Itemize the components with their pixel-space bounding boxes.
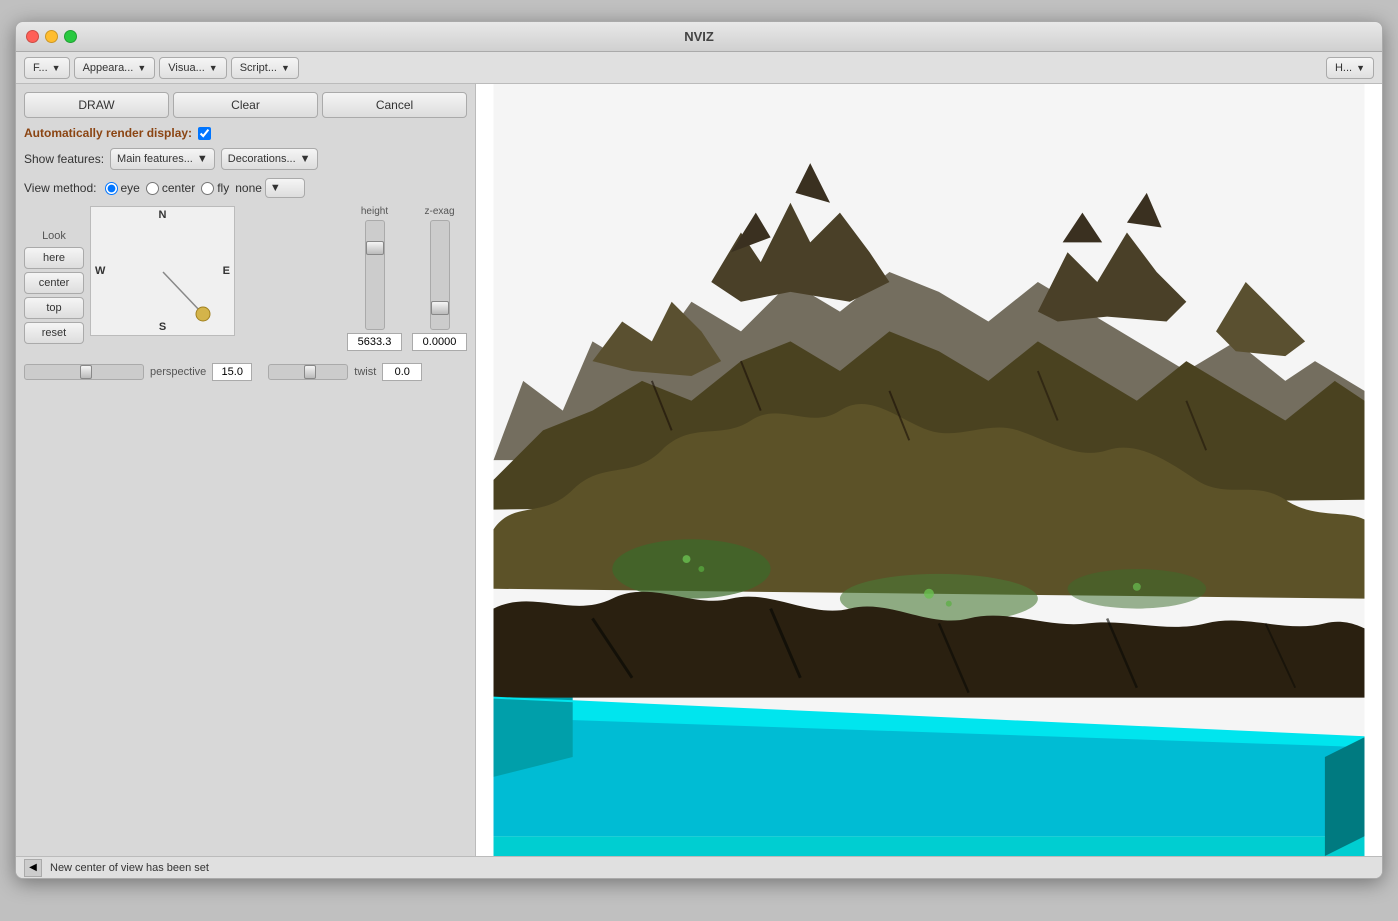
twist-thumb [304,365,316,379]
compass-area: N S W E [90,206,337,351]
menu-script-arrow: ▼ [281,63,290,73]
radio-fly-input[interactable] [201,182,214,195]
radio-center: center [146,181,195,195]
zexag-value-input[interactable] [412,333,467,351]
height-value-input[interactable] [347,333,402,351]
zexag-panel: z-exag [412,206,467,351]
none-arrow-icon: ▼ [270,182,281,194]
perspective-thumb [80,365,92,379]
perspective-value[interactable] [212,363,252,381]
twist-value[interactable] [382,363,422,381]
compass-box[interactable]: N S W E [90,206,235,336]
close-button[interactable] [26,30,39,43]
zexag-label: z-exag [424,206,454,217]
radio-eye-input[interactable] [105,182,118,195]
compass-needle-svg [91,207,234,335]
clear-button[interactable]: Clear [173,92,318,118]
action-buttons: DRAW Clear Cancel [24,92,467,118]
main-content: DRAW Clear Cancel Automatically render d… [16,84,1382,856]
menu-help-arrow: ▼ [1356,63,1365,73]
auto-render-label: Automatically render display: [24,126,192,140]
sidebar: DRAW Clear Cancel Automatically render d… [16,84,476,856]
menubar: F... ▼ Appeara... ▼ Visua... ▼ Script...… [16,52,1382,84]
radio-fly: fly [201,181,229,195]
look-center-button[interactable]: center [24,272,84,294]
auto-render-checkbox[interactable] [198,127,211,140]
radio-none: none ▼ [235,178,305,198]
titlebar: NVIZ [16,22,1382,52]
draw-button[interactable]: DRAW [24,92,169,118]
minimize-button[interactable] [45,30,58,43]
menu-help[interactable]: H... ▼ [1326,57,1374,79]
view-method-radios: eye center fly none ▼ [105,178,305,198]
look-here-button[interactable]: here [24,247,84,269]
maximize-button[interactable] [64,30,77,43]
zexag-slider-thumb [431,301,449,315]
window-title: NVIZ [684,29,714,44]
height-slider[interactable] [365,220,385,330]
look-reset-button[interactable]: reset [24,322,84,344]
look-buttons-panel: Look here center top reset [24,206,84,351]
zexag-slider[interactable] [430,220,450,330]
nav-panel: Look here center top reset N S W E [24,206,467,351]
none-dropdown[interactable]: ▼ [265,178,305,198]
menu-visual-arrow: ▼ [209,63,218,73]
show-features-label: Show features: [24,152,104,166]
menu-file[interactable]: F... ▼ [24,57,70,79]
decorations-arrow-icon: ▼ [300,153,311,165]
menu-script[interactable]: Script... ▼ [231,57,299,79]
radio-center-input[interactable] [146,182,159,195]
twist-slider[interactable] [268,364,348,380]
decorations-dropdown[interactable]: Decorations... ▼ [221,148,318,170]
statusbar: ◀ New center of view has been set [16,856,1382,878]
main-features-dropdown[interactable]: Main features... ▼ [110,148,215,170]
height-slider-thumb [366,241,384,255]
status-message: New center of view has been set [50,862,209,874]
height-label: height [361,206,388,217]
show-features-row: Show features: Main features... ▼ Decora… [24,148,467,170]
look-top-button[interactable]: top [24,297,84,319]
view-method-label: View method: [24,181,97,195]
perspective-row: perspective twist [24,363,467,381]
menu-appearance[interactable]: Appeara... ▼ [74,57,156,79]
viewport [476,84,1382,856]
status-arrow-button[interactable]: ◀ [24,859,42,877]
perspective-slider[interactable] [24,364,144,380]
look-label: Look [24,230,84,242]
perspective-label: perspective [150,366,206,378]
menu-visual[interactable]: Visua... ▼ [159,57,226,79]
terrain-visualization [476,84,1382,856]
height-panel: height [347,206,402,351]
auto-render-row: Automatically render display: [24,126,467,140]
menu-appearance-arrow: ▼ [137,63,146,73]
radio-eye: eye [105,181,140,195]
window-controls [26,30,77,43]
view-method-row: View method: eye center fly [24,178,467,198]
main-window: NVIZ F... ▼ Appeara... ▼ Visua... ▼ Scri… [15,21,1383,879]
main-features-arrow-icon: ▼ [197,153,208,165]
cancel-button[interactable]: Cancel [322,92,467,118]
twist-label: twist [354,366,376,378]
menu-file-arrow: ▼ [52,63,61,73]
